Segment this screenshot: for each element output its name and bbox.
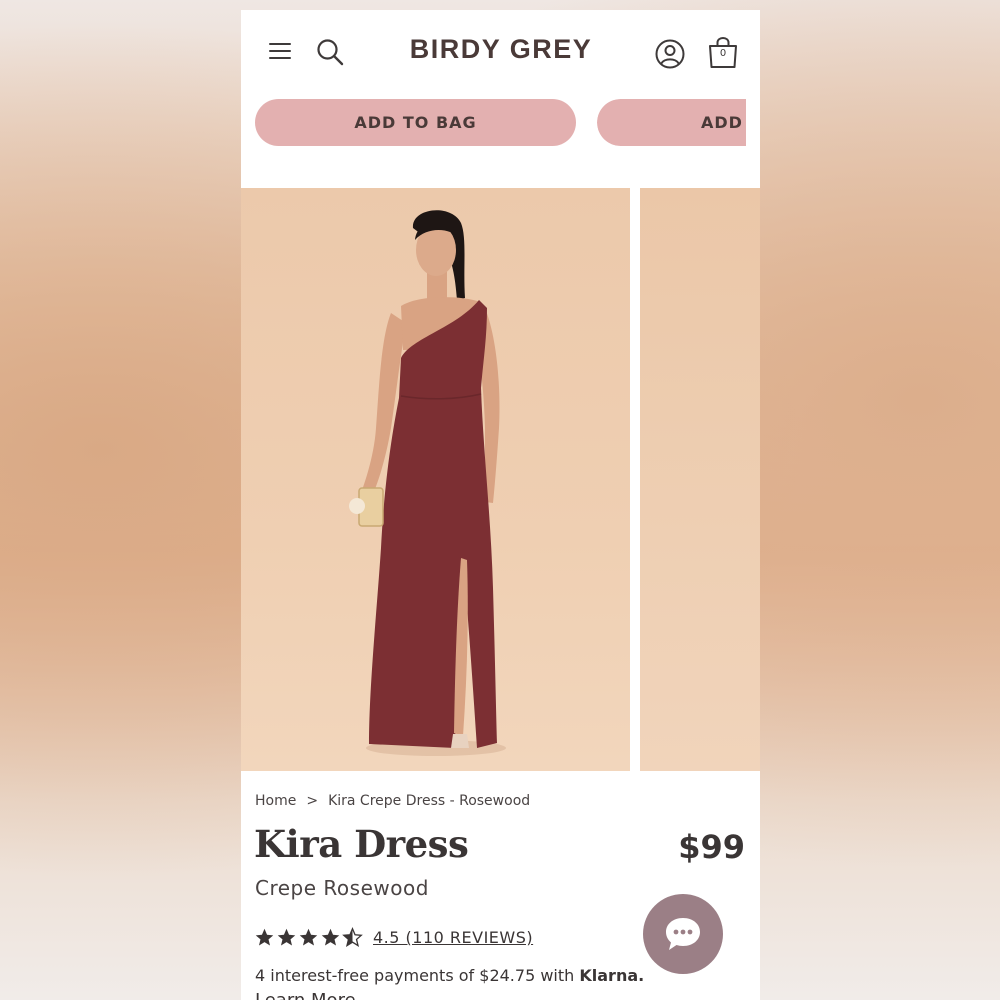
menu-icon[interactable]	[267, 40, 293, 62]
star-full-icon	[299, 928, 318, 946]
shopping-bag-icon[interactable]: 0	[707, 35, 739, 69]
klarna-logo: Klarna.	[579, 966, 645, 985]
rating-row: 4.5 (110 REVIEWS)	[254, 927, 533, 948]
breadcrumb-separator: >	[306, 793, 319, 809]
product-page: BIRDY GREY 0 ADD TO BAG ADD T	[241, 10, 760, 1000]
product-subtitle: Crepe Rosewood	[255, 876, 429, 900]
star-half-icon	[342, 927, 363, 947]
klarna-payment-text: 4 interest-free payments of $24.75 with	[255, 966, 575, 985]
breadcrumb-current: Kira Crepe Dress - Rosewood	[328, 793, 531, 809]
learn-more-link[interactable]: Learn More	[255, 990, 356, 1000]
model-in-dress-illustration	[349, 210, 506, 756]
account-icon[interactable]	[654, 38, 686, 70]
add-to-bag-button-secondary[interactable]: ADD T	[597, 99, 746, 146]
brand-logo[interactable]: BIRDY GREY	[391, 34, 611, 65]
star-full-icon	[255, 928, 274, 946]
chat-bubble-icon	[666, 918, 700, 950]
star-full-icon	[321, 928, 340, 946]
product-image-secondary[interactable]	[640, 188, 760, 771]
breadcrumb-home-link[interactable]: Home	[255, 793, 296, 809]
product-image-main[interactable]	[241, 188, 630, 771]
reviews-link[interactable]: 4.5 (110 REVIEWS)	[373, 928, 533, 947]
star-rating	[254, 927, 363, 948]
chat-button[interactable]	[643, 894, 723, 974]
top-navigation-bar: BIRDY GREY 0	[241, 10, 760, 95]
breadcrumb: Home > Kira Crepe Dress - Rosewood	[255, 793, 530, 809]
star-full-icon	[277, 928, 296, 946]
add-to-bag-button-secondary-clip: ADD T	[597, 99, 746, 146]
product-title: Kira Dress	[254, 822, 469, 866]
klarna-payment-message: 4 interest-free payments of $24.75 with …	[255, 966, 644, 985]
product-price: $99	[678, 828, 745, 866]
search-icon[interactable]	[315, 37, 345, 67]
bag-count: 0	[719, 48, 727, 59]
add-to-bag-button[interactable]: ADD TO BAG	[255, 99, 576, 146]
